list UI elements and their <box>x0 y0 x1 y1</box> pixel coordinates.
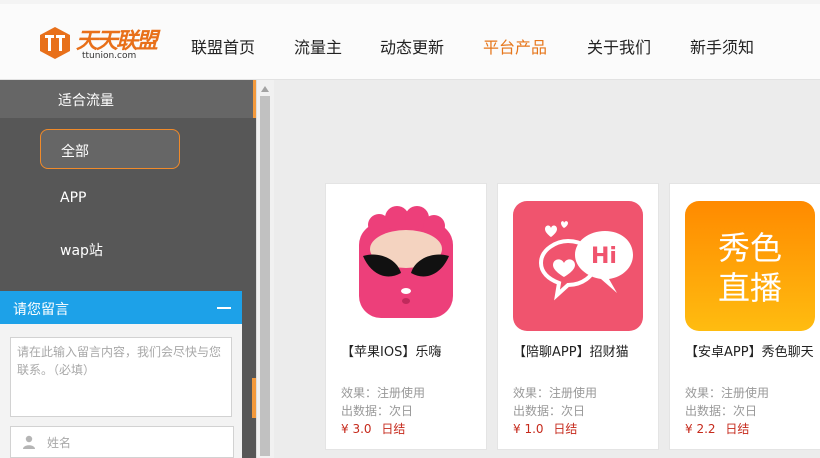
sidebar-item-wap[interactable]: wap站 <box>60 240 103 260</box>
product-card[interactable]: Hi 【陪聊APP】招财猫 效果：注册使用 出数据：次日 ¥ 1.0 日结 <box>497 183 659 450</box>
product-price-line: ¥ 2.2 日结 <box>685 420 749 437</box>
product-effect: 效果：注册使用 <box>341 386 426 400</box>
message-panel-title: 请您留言 <box>13 302 69 318</box>
product-image-zhaocaimao: Hi <box>513 201 643 331</box>
product-data-time: 出数据：次日 <box>685 404 758 418</box>
product-price: ¥ 1.0 <box>513 422 544 436</box>
person-icon <box>23 435 35 449</box>
sidebar-title-label: 适合流量 <box>58 93 114 109</box>
product-title[interactable]: 【陪聊APP】招财猫 <box>513 344 651 362</box>
scroll-up-icon[interactable] <box>261 86 269 92</box>
product-image-lehai <box>341 201 471 331</box>
product-card[interactable]: 【苹果IOS】乐嗨 效果：注册使用 出数据：次日 ¥ 3.0 日结 <box>325 183 487 450</box>
minimize-icon[interactable] <box>217 307 231 309</box>
name-field-placeholder: 姓名 <box>47 436 72 450</box>
product-settle: 日结 <box>725 422 750 436</box>
product-data-time: 出数据：次日 <box>341 404 414 418</box>
product-data-time: 出数据：次日 <box>513 404 586 418</box>
product-price-line: ¥ 3.0 日结 <box>341 420 405 437</box>
product-price: ¥ 3.0 <box>341 422 372 436</box>
product-effect: 效果：注册使用 <box>513 386 598 400</box>
sidebar-scrollbar[interactable] <box>256 80 274 458</box>
product-settle: 日结 <box>553 422 578 436</box>
logo-domain: ttunion.com <box>82 51 137 61</box>
product-settle: 日结 <box>381 422 406 436</box>
product-card[interactable]: 秀色 直播 【安卓APP】秀色聊天 效果：注册使用 出数据：次日 ¥ 2.2 日… <box>669 183 820 450</box>
sidebar-item-label: 全部 <box>61 144 89 160</box>
icon-text-line-1: 秀色 <box>718 229 782 267</box>
sidebar-title: 适合流量 <box>0 80 256 118</box>
name-field[interactable]: 姓名 <box>10 426 234 458</box>
nav-traffic-owner[interactable]: 流量主 <box>294 34 342 58</box>
product-title[interactable]: 【安卓APP】秀色聊天 <box>685 344 820 362</box>
sidebar-item-app[interactable]: APP <box>60 190 86 206</box>
message-panel-header[interactable]: 请您留言 <box>0 291 242 324</box>
nav-beginner-guide[interactable]: 新手须知 <box>690 34 754 58</box>
nav-home[interactable]: 联盟首页 <box>191 34 255 58</box>
product-price: ¥ 2.2 <box>685 422 716 436</box>
logo-mark-icon <box>40 27 70 59</box>
message-panel: 请您留言 请在此输入留言内容，我们会尽快与您联系。（必填） 姓名 <box>0 291 242 458</box>
product-title[interactable]: 【苹果IOS】乐嗨 <box>341 344 479 362</box>
sidebar-item-all[interactable]: 全部 <box>40 129 180 169</box>
nav-about-us[interactable]: 关于我们 <box>587 34 651 58</box>
site-logo[interactable]: 天天联盟 ttunion.com <box>38 24 168 66</box>
hi-icon: Hi <box>591 244 617 269</box>
product-price-line: ¥ 1.0 日结 <box>513 420 577 437</box>
scroll-thumb[interactable] <box>260 96 270 456</box>
site-header: 天天联盟 ttunion.com 联盟首页 流量主 动态更新 平台产品 关于我们… <box>0 4 820 80</box>
product-effect: 效果：注册使用 <box>685 386 770 400</box>
message-textarea[interactable]: 请在此输入留言内容，我们会尽快与您联系。（必填） <box>10 337 232 417</box>
icon-text-line-2: 直播 <box>718 269 782 307</box>
nav-updates[interactable]: 动态更新 <box>380 34 444 58</box>
nav-platform-products[interactable]: 平台产品 <box>483 34 547 58</box>
product-image-xiuse: 秀色 直播 <box>685 201 815 331</box>
